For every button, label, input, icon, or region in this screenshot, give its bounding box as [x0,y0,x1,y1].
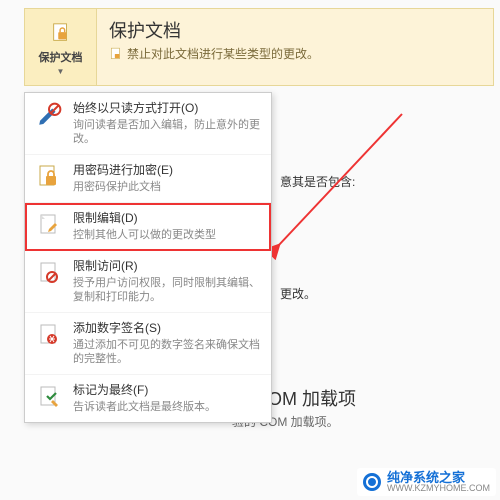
page-edit-icon [35,211,63,239]
menu-item-desc: 告诉读者此文档是最终版本。 [73,400,261,414]
menu-item-desc: 通过添加不可见的数字签名来确保文档的完整性。 [73,338,261,367]
banner-text: 保护文档 禁止对此文档进行某些类型的更改。 [97,9,493,85]
watermark-logo-icon [363,473,381,491]
menu-item-title: 添加数字签名(S) [73,321,261,337]
watermark: 纯净系统之家 WWW.KZMYHOME.COM [357,468,496,496]
menu-item-desc: 控制其他人可以做的更改类型 [73,228,261,242]
lock-icon [47,19,75,47]
page-restrict-icon [35,259,63,287]
protect-document-menu: 始终以只读方式打开(O) 询问读者是否加入编辑，防止意外的更改。 用密码进行加密… [24,92,272,423]
lock-icon [35,163,63,191]
watermark-url: WWW.KZMYHOME.COM [387,484,490,493]
menu-item-title: 始终以只读方式打开(O) [73,101,261,117]
protect-document-banner: 保护文档 ▼ 保护文档 禁止对此文档进行某些类型的更改。 [24,8,494,86]
menu-item-mark-final[interactable]: 标记为最终(F) 告诉读者此文档是最终版本。 [25,375,271,422]
protect-document-dropdown-button[interactable]: 保护文档 ▼ [25,9,97,85]
menu-item-desc: 授予用户访问权限，同时限制其编辑、复制和打印能力。 [73,276,261,305]
menu-item-encrypt[interactable]: 用密码进行加密(E) 用密码保护此文档 [25,155,271,203]
menu-item-restrict-access[interactable]: 限制访问(R) 授予用户访问权限，同时限制其编辑、复制和打印能力。 [25,251,271,313]
background-text-1: 意其是否包含: [280,173,355,190]
menu-item-desc: 用密码保护此文档 [73,180,261,194]
menu-item-title: 限制编辑(D) [73,211,261,227]
final-icon [35,383,63,411]
banner-title: 保护文档 [109,17,481,43]
lock-small-icon [109,47,123,61]
background-text-2: 更改。 [280,285,316,302]
menu-item-title: 用密码进行加密(E) [73,163,261,179]
protect-document-button-label: 保护文档 [39,49,83,65]
menu-item-desc: 询问读者是否加入编辑，防止意外的更改。 [73,118,261,147]
menu-item-restrict-editing[interactable]: 限制编辑(D) 控制其他人可以做的更改类型 [25,203,271,251]
pencil-block-icon [35,101,63,129]
signature-icon [35,321,63,349]
menu-item-digital-signature[interactable]: 添加数字签名(S) 通过添加不可见的数字签名来确保文档的完整性。 [25,313,271,375]
banner-subtitle: 禁止对此文档进行某些类型的更改。 [109,45,481,62]
chevron-down-icon: ▼ [57,67,65,76]
menu-item-readonly[interactable]: 始终以只读方式打开(O) 询问读者是否加入编辑，防止意外的更改。 [25,93,271,155]
menu-item-title: 标记为最终(F) [73,383,261,399]
menu-item-title: 限制访问(R) [73,259,261,275]
